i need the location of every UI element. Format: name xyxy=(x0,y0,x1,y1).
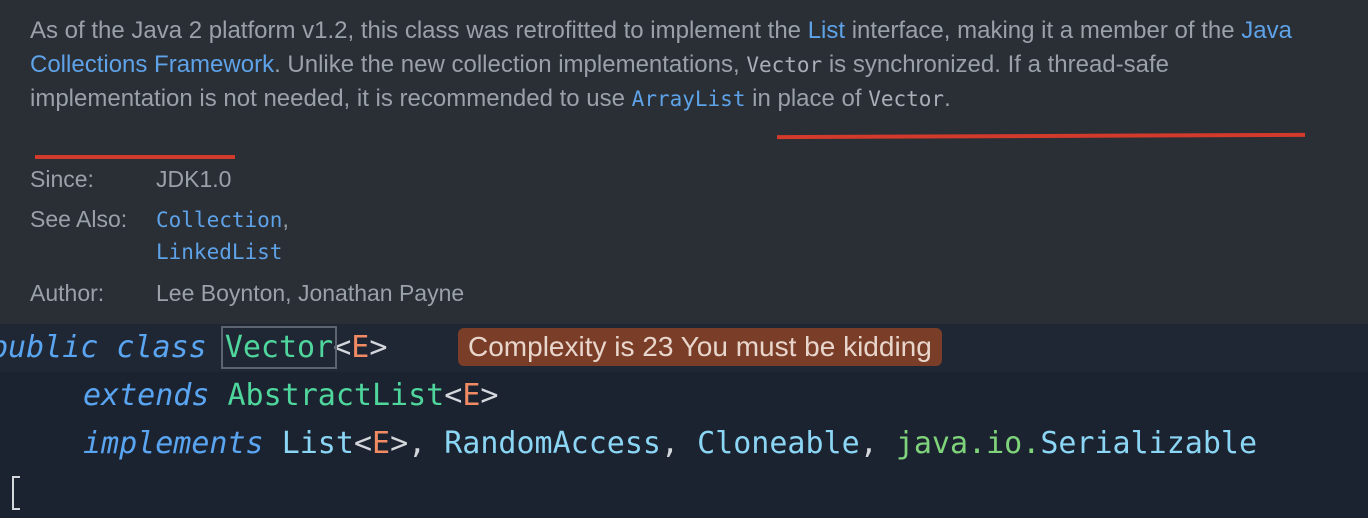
arraylist-link[interactable]: ArrayList xyxy=(632,87,746,111)
vector-code: Vector xyxy=(868,87,945,111)
doc-text: . xyxy=(944,85,951,112)
doc-description: As of the Java 2 platform v1.2, this cla… xyxy=(30,14,1330,116)
javadoc-popup: As of the Java 2 platform v1.2, this cla… xyxy=(0,0,1368,324)
interface-name: Cloneable xyxy=(697,426,860,461)
see-also-label: See Also: xyxy=(30,206,128,232)
doc-text: As of the Java 2 platform v1.2, this cla… xyxy=(30,17,808,44)
package-name: java.io. xyxy=(895,426,1041,461)
doc-text: interface, making it a member of the xyxy=(845,17,1242,44)
interface-name: RandomAccess xyxy=(444,426,661,461)
complexity-hint-badge[interactable]: Complexity is 23 You must be kidding xyxy=(458,328,942,366)
since-value: JDK1.0 xyxy=(156,166,232,192)
keyword: public class xyxy=(0,330,225,365)
author-value: Lee Boynton, Jonathan Payne xyxy=(156,280,465,306)
punctuation: > xyxy=(480,378,499,413)
code-line[interactable]: implements List<E>, RandomAccess, Clonea… xyxy=(0,420,1368,468)
separator: , xyxy=(282,206,289,232)
linkedlist-link[interactable]: LinkedList xyxy=(156,240,282,264)
punctuation: , xyxy=(859,426,896,461)
vector-code: Vector xyxy=(746,53,823,77)
annotation-underline xyxy=(35,155,235,159)
class-name[interactable]: Vector xyxy=(220,326,338,369)
doc-text: . Unlike the new collection implementati… xyxy=(274,51,747,78)
author-label: Author: xyxy=(30,280,105,306)
type-parameter: E xyxy=(351,330,370,365)
keyword: extends xyxy=(83,378,228,413)
code-line[interactable] xyxy=(0,468,1368,516)
punctuation: < xyxy=(333,330,352,365)
class-name: AbstractList xyxy=(227,378,445,413)
type-parameter: E xyxy=(462,378,481,413)
punctuation: , xyxy=(661,426,698,461)
since-label: Since: xyxy=(30,166,94,192)
code-line[interactable]: public class Vector<E> Complexity is 23 … xyxy=(0,324,1368,372)
punctuation: < xyxy=(353,426,372,461)
doc-text: in place of xyxy=(745,85,869,112)
punctuation: , xyxy=(408,426,445,461)
interface-name: List xyxy=(281,426,354,461)
list-link[interactable]: List xyxy=(808,17,845,44)
punctuation: > xyxy=(369,330,388,365)
type-parameter: E xyxy=(372,426,391,461)
interface-name: Serializable xyxy=(1040,426,1258,461)
punctuation: < xyxy=(444,378,463,413)
code-line[interactable]: extends AbstractList<E> xyxy=(0,372,1368,420)
collection-link[interactable]: Collection xyxy=(156,208,282,232)
annotation-underline xyxy=(776,132,1306,140)
punctuation: > xyxy=(390,426,409,461)
keyword: implements xyxy=(83,426,282,461)
open-brace xyxy=(12,476,20,510)
